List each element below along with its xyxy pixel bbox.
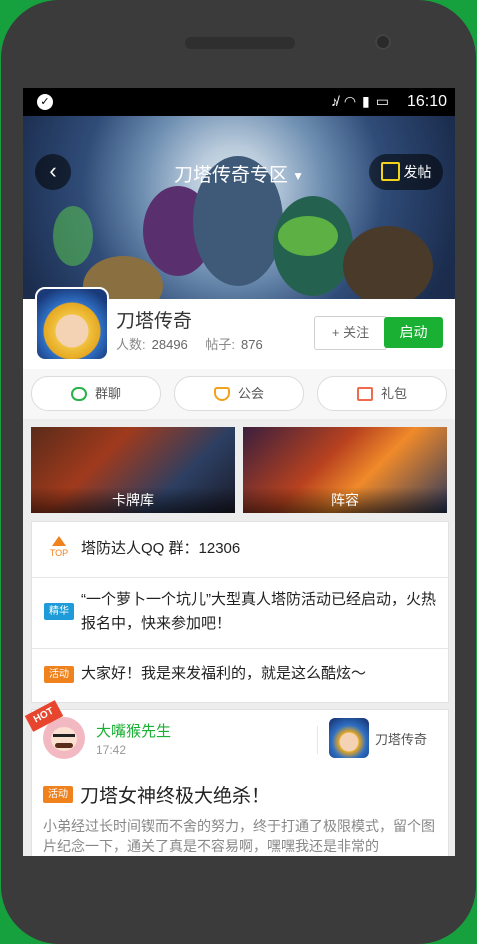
app-screen: ✓ ♪̸◠▮▭ 16:10 ‹ 刀塔传奇专区 ▼ 发帖 刀塔传奇 人数: 28496… bbox=[23, 88, 455, 856]
notice-item[interactable]: 精华 “一个萝卜一个坑儿”大型真人塔防活动已经启动，火热报名中，快来参加吧！ bbox=[32, 578, 448, 649]
banner-art bbox=[343, 226, 433, 299]
tab-guild[interactable]: 公会 bbox=[174, 376, 304, 411]
status-icons: ♪̸◠▮▭ bbox=[331, 93, 395, 110]
game-stats: 人数: 28496 帖子: 876 bbox=[116, 334, 277, 353]
members-label: 人数: bbox=[116, 337, 146, 352]
game-thumbnail-name: 刀塔传奇 bbox=[375, 732, 428, 747]
tab-label: 群聊 bbox=[94, 386, 121, 401]
signal-icon: ▮ bbox=[362, 93, 376, 109]
author-name[interactable]: 大嘴猴先生 bbox=[96, 720, 171, 741]
notice-item[interactable]: 活动 大家好！我是来发福利的，就是这么酷炫～ bbox=[32, 649, 448, 702]
banner-art bbox=[53, 206, 93, 266]
top-tag: TOP bbox=[49, 548, 69, 558]
notice-item[interactable]: TOP 塔防达人QQ 群：12306 bbox=[32, 522, 448, 578]
notice-text: 大家好！我是来发福利的，就是这么酷炫～ bbox=[81, 665, 367, 682]
notice-text: 塔防达人QQ 群：12306 bbox=[81, 540, 241, 557]
post-time: 17:42 bbox=[96, 743, 127, 757]
tab-label: 公会 bbox=[237, 386, 264, 401]
lineup-tile[interactable]: 阵容 bbox=[243, 427, 447, 513]
phone-speaker bbox=[185, 37, 295, 49]
posts-count: 876 bbox=[241, 337, 263, 352]
tab-gift[interactable]: 礼包 bbox=[317, 376, 447, 411]
event-tag: 活动 bbox=[43, 786, 73, 803]
notice-list: TOP 塔防达人QQ 群：12306 精华 “一个萝卜一个坑儿”大型真人塔防活动… bbox=[31, 521, 449, 703]
edit-icon bbox=[380, 161, 400, 181]
card-library-tile[interactable]: 卡牌库 bbox=[31, 427, 235, 513]
post-button-label: 发帖 bbox=[403, 164, 432, 180]
notification-icon: ✓ bbox=[37, 94, 53, 110]
notice-text: “一个萝卜一个坑儿”大型真人塔防活动已经启动，火热报名中，快来参加吧！ bbox=[81, 591, 436, 632]
posts-label: 帖子: bbox=[205, 337, 236, 352]
event-tag: 活动 bbox=[44, 666, 74, 683]
game-icon bbox=[35, 287, 109, 361]
status-time: 16:10 bbox=[406, 93, 447, 110]
post-body: 小弟经过长时间锲而不舍的努力，终于打通了极限模式，留个图片纪念一下，通关了真是不… bbox=[43, 818, 435, 854]
top-icon: TOP bbox=[48, 536, 70, 558]
launch-button[interactable]: 启动 bbox=[384, 317, 443, 348]
game-thumbnail[interactable] bbox=[329, 718, 369, 758]
post-button[interactable]: 发帖 bbox=[369, 154, 443, 190]
battery-icon: ▭ bbox=[375, 93, 395, 109]
chat-icon bbox=[70, 386, 87, 401]
page-title: 刀塔传奇专区 bbox=[174, 165, 289, 186]
game-name: 刀塔传奇 bbox=[116, 311, 193, 332]
essence-tag: 精华 bbox=[44, 603, 74, 620]
mute-icon: ♪̸ bbox=[330, 93, 344, 109]
follow-button[interactable]: + 关注 bbox=[314, 316, 387, 350]
guild-icon bbox=[213, 386, 230, 401]
members-count: 28496 bbox=[151, 337, 188, 352]
tab-label: 礼包 bbox=[380, 386, 407, 401]
header-banner: ‹ 刀塔传奇专区 ▼ 发帖 bbox=[23, 116, 455, 299]
wifi-icon: ◠ bbox=[343, 93, 363, 109]
avatar-art bbox=[53, 734, 75, 743]
divider bbox=[317, 726, 318, 754]
tab-group-chat[interactable]: 群聊 bbox=[31, 376, 161, 411]
phone-camera bbox=[375, 34, 391, 50]
post-title[interactable]: 刀塔女神终极大绝杀！ bbox=[80, 781, 270, 808]
card-label: 阵容 bbox=[243, 487, 447, 513]
gift-icon bbox=[356, 386, 373, 401]
card-label: 卡牌库 bbox=[31, 487, 235, 513]
caret-down-icon: ▼ bbox=[292, 168, 304, 183]
status-bar: ✓ ♪̸◠▮▭ 16:10 bbox=[23, 88, 455, 116]
avatar-art bbox=[55, 743, 73, 748]
phone-frame: ✓ ♪̸◠▮▭ 16:10 ‹ 刀塔传奇专区 ▼ 发帖 刀塔传奇 人数: 28496… bbox=[1, 0, 476, 944]
banner-art bbox=[278, 216, 338, 256]
